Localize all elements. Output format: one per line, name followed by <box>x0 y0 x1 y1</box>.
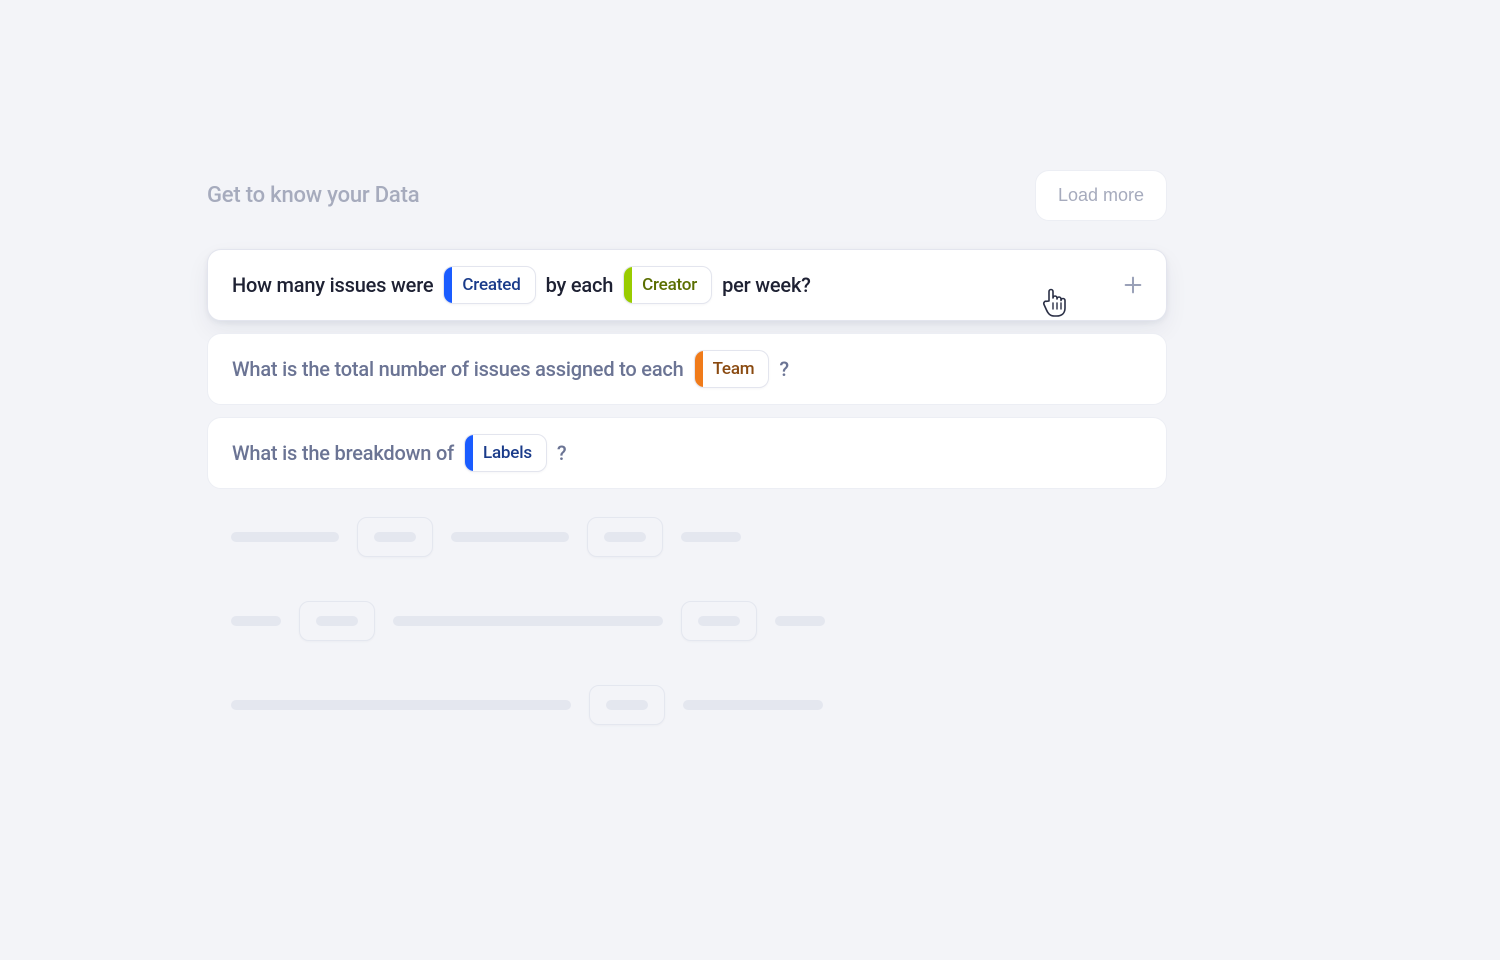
question-part-text: by each <box>546 273 614 297</box>
chip-accent <box>624 267 632 303</box>
placeholder-row <box>231 601 825 641</box>
placeholder-chip-label <box>374 532 416 542</box>
question-part-text: per week? <box>722 273 811 297</box>
field-chip-labels[interactable]: Labels <box>464 434 547 472</box>
question-card-placeholder <box>207 669 1167 741</box>
question-text: How many issues were Created by each Cre… <box>232 266 811 304</box>
placeholder-chip <box>589 685 665 725</box>
placeholder-chip-label <box>698 616 740 626</box>
chip-label: Creator <box>632 275 711 295</box>
placeholder-chip <box>299 601 375 641</box>
question-part-text: ? <box>779 357 789 381</box>
chip-label: Team <box>703 359 769 379</box>
section-title: Get to know your Data <box>207 183 419 208</box>
question-text: What is the breakdown of Labels ? <box>232 434 566 472</box>
question-card[interactable]: How many issues were Created by each Cre… <box>207 249 1167 321</box>
placeholder-chip <box>587 517 663 557</box>
placeholder-text <box>683 700 823 710</box>
placeholder-text <box>451 532 569 542</box>
field-chip-created[interactable]: Created <box>443 266 535 304</box>
chip-label: Created <box>452 275 534 295</box>
placeholder-text <box>393 616 663 626</box>
placeholder-row <box>231 685 823 725</box>
question-part-text: What is the total number of issues assig… <box>232 357 684 381</box>
chip-accent <box>444 267 452 303</box>
question-card-placeholder <box>207 585 1167 657</box>
placeholder-text <box>231 700 571 710</box>
placeholder-text <box>681 532 741 542</box>
field-chip-team[interactable]: Team <box>694 350 770 388</box>
placeholder-text <box>231 532 339 542</box>
question-part-text: What is the breakdown of <box>232 441 454 465</box>
placeholder-row <box>231 517 741 557</box>
placeholder-chip-label <box>316 616 358 626</box>
placeholder-text <box>775 616 825 626</box>
placeholder-chip-label <box>606 700 648 710</box>
chip-accent <box>465 435 473 471</box>
question-card[interactable]: What is the total number of issues assig… <box>207 333 1167 405</box>
placeholder-chip <box>681 601 757 641</box>
question-part-text: ? <box>557 441 567 465</box>
question-card-placeholder <box>207 501 1167 573</box>
add-question-button[interactable] <box>1122 274 1144 296</box>
question-card[interactable]: What is the breakdown of Labels ? <box>207 417 1167 489</box>
placeholder-chip-label <box>604 532 646 542</box>
placeholder-text <box>231 616 281 626</box>
placeholder-chip <box>357 517 433 557</box>
chip-label: Labels <box>473 443 546 463</box>
load-more-button[interactable]: Load more <box>1035 170 1167 221</box>
question-part-text: How many issues were <box>232 273 433 297</box>
question-text: What is the total number of issues assig… <box>232 350 789 388</box>
chip-accent <box>695 351 703 387</box>
field-chip-creator[interactable]: Creator <box>623 266 712 304</box>
